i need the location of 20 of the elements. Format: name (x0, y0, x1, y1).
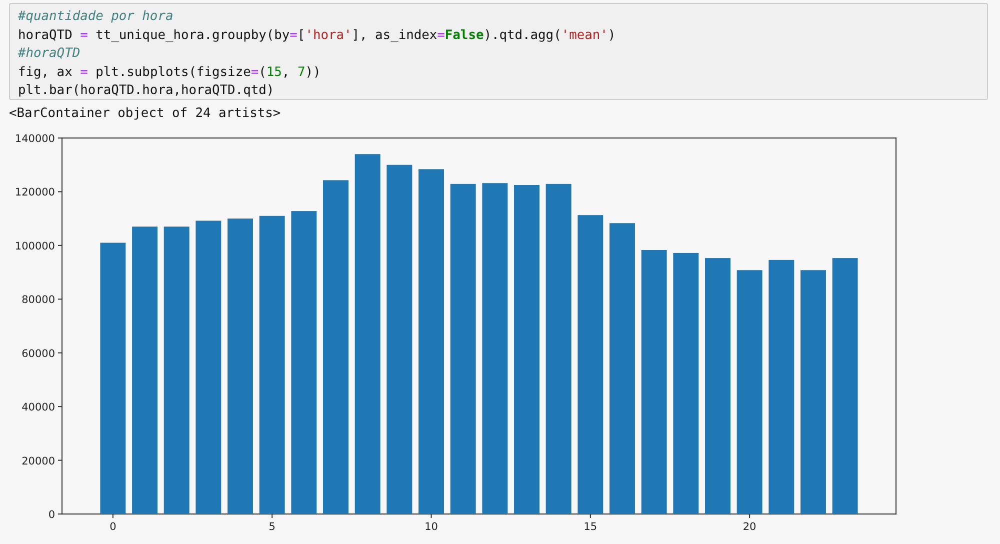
y-tick-label: 120000 (14, 186, 55, 199)
code-line: fig, ax = plt.subplots(figsize=(15, 7)) (18, 64, 322, 82)
y-tick-label: 100000 (14, 240, 55, 252)
x-tick-label: 10 (424, 521, 438, 533)
y-tick-label: 0 (48, 509, 55, 521)
x-tick-label: 5 (268, 521, 276, 533)
code-line: plt.bar(horaQTD.hora,horaQTD.qtd) (18, 82, 276, 100)
y-tick-label: 140000 (14, 133, 55, 145)
output-text: <BarContainer object of 24 artists> (9, 106, 281, 121)
y-tick-label: 60000 (22, 348, 55, 360)
code-cell[interactable]: #quantidade por hora horaQTD = tt_unique_hora.groupby(by=['hora'], as_index=False).qtd.agg('mean') #horaQTD fig, ax = plt.subplots(figsize=(15, 7)) plt.bar(horaQTD.hora,horaQTD.qtd) (9, 3, 988, 100)
y-tick-label: 80000 (22, 294, 55, 306)
x-tick-label: 20 (742, 521, 756, 533)
x-tick-label: 15 (584, 521, 598, 533)
code-line: horaQTD = tt_unique_hora.groupby(by=['hora'], as_index=False).qtd.agg('mean') (18, 26, 617, 45)
y-tick-label: 20000 (22, 455, 55, 468)
code-line: #quantidade por hora (18, 8, 174, 26)
x-tick-label: 0 (110, 521, 116, 533)
code-line: #horaQTD (18, 45, 82, 64)
y-tick-label: 40000 (22, 402, 55, 414)
